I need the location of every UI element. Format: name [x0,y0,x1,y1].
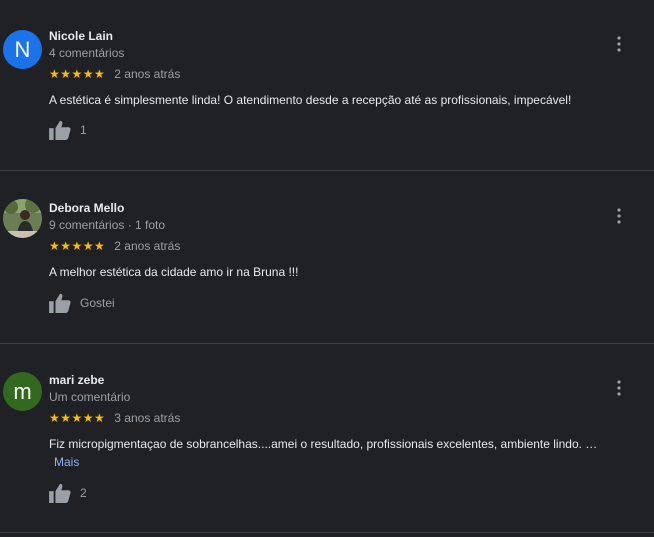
review-date: 2 anos atrás [114,67,181,81]
rating-row: ★★★★★ 3 anos atrás [49,411,180,425]
avatar-letter: m [13,378,32,404]
thumbs-up-icon [49,120,71,140]
more-options-icon[interactable] [612,379,626,397]
review-card: Debora Mello 9 comentários · 1 foto ★★★★… [0,171,654,343]
reviewer-name[interactable]: Nicole Lain [49,29,113,43]
avatar[interactable] [3,199,42,238]
review-date: 3 anos atrás [114,411,181,425]
divider [0,532,654,533]
avatar[interactable]: N [3,30,42,69]
like-button[interactable]: 1 [49,120,87,140]
review-text: A estética é simplesmente linda! O atend… [49,93,572,107]
star-rating: ★★★★★ [49,239,106,253]
reviewer-meta: 4 comentários [49,46,125,60]
like-label: Gostei [80,296,115,310]
more-options-icon[interactable] [612,207,626,225]
review-date: 2 anos atrás [114,239,181,253]
review-text: Fiz micropigmentaçao de sobrancelhas....… [49,437,598,451]
avatar-letter: N [14,36,31,62]
reviewer-name[interactable]: Debora Mello [49,201,124,215]
like-button[interactable]: 2 [49,483,87,503]
reviewer-meta: 9 comentários · 1 foto [49,218,166,232]
like-count: 2 [80,486,87,500]
avatar-photo [3,199,42,238]
review-card: N Nicole Lain 4 comentários ★★★★★ 2 anos… [0,0,654,170]
more-options-icon[interactable] [612,35,626,53]
thumbs-up-icon [49,483,71,503]
thumbs-up-icon [49,293,71,313]
like-count: 1 [80,123,87,137]
avatar[interactable]: m [3,372,42,411]
star-rating: ★★★★★ [49,411,106,425]
like-button[interactable]: Gostei [49,293,115,313]
rating-row: ★★★★★ 2 anos atrás [49,67,180,81]
review-card: m mari zebe Um comentário ★★★★★ 3 anos a… [0,344,654,532]
reviewer-name[interactable]: mari zebe [49,373,104,387]
read-more-link[interactable]: Mais [54,455,79,469]
star-rating: ★★★★★ [49,67,106,81]
review-text: A melhor estética da cidade amo ir na Br… [49,265,299,279]
rating-row: ★★★★★ 2 anos atrás [49,239,180,253]
reviewer-meta: Um comentário [49,390,131,404]
